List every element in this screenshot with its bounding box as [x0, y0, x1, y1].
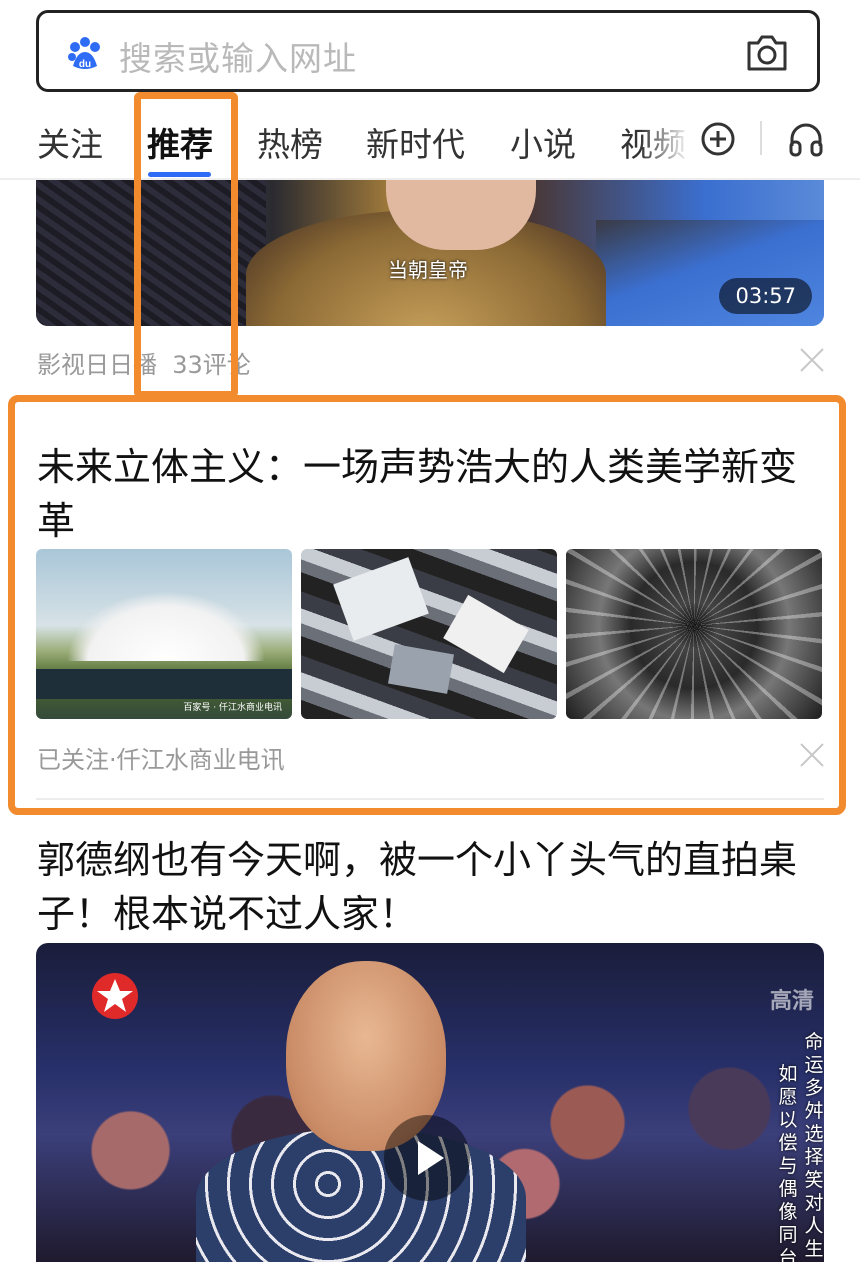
tab-new-era[interactable]: 新时代 [366, 118, 465, 166]
highlight-box-tab [134, 92, 238, 398]
search-input[interactable]: 搜索或输入网址 [119, 32, 357, 80]
vertical-caption: 如愿以偿与偶像同台飙戏 [778, 1063, 798, 1262]
tv-station-logo-icon [92, 973, 138, 1019]
plus-icon[interactable] [700, 121, 736, 157]
headphone-icon[interactable] [787, 120, 825, 158]
play-icon[interactable] [382, 1113, 472, 1203]
search-bar[interactable]: du 搜索或输入网址 [36, 10, 820, 92]
close-icon[interactable] [799, 347, 825, 373]
vertical-caption: 命运多舛选择笑对人生 [804, 1031, 824, 1260]
tab-divider [760, 121, 762, 155]
hd-label: 高清 [769, 989, 814, 1014]
video-duration: 03:57 [719, 278, 812, 314]
tab-hot-list[interactable]: 热榜 [257, 118, 323, 166]
tab-follow[interactable]: 关注 [37, 118, 103, 166]
camera-icon[interactable] [745, 33, 789, 73]
video-thumbnail[interactable]: 高清 命运多舛选择笑对人生 如愿以偿与偶像同台飙戏 [36, 943, 824, 1262]
tab-scroll-fade [640, 110, 690, 170]
tab-novel[interactable]: 小说 [510, 118, 576, 166]
article-title[interactable]: 郭德纲也有今天啊，被一个小丫头气的直拍桌子！根本说不过人家！ [37, 833, 827, 941]
svg-text:du: du [79, 59, 91, 70]
video-subtitle: 当朝皇帝 [388, 258, 468, 282]
highlight-box-card [8, 395, 846, 815]
baidu-logo-icon: du [68, 37, 100, 70]
